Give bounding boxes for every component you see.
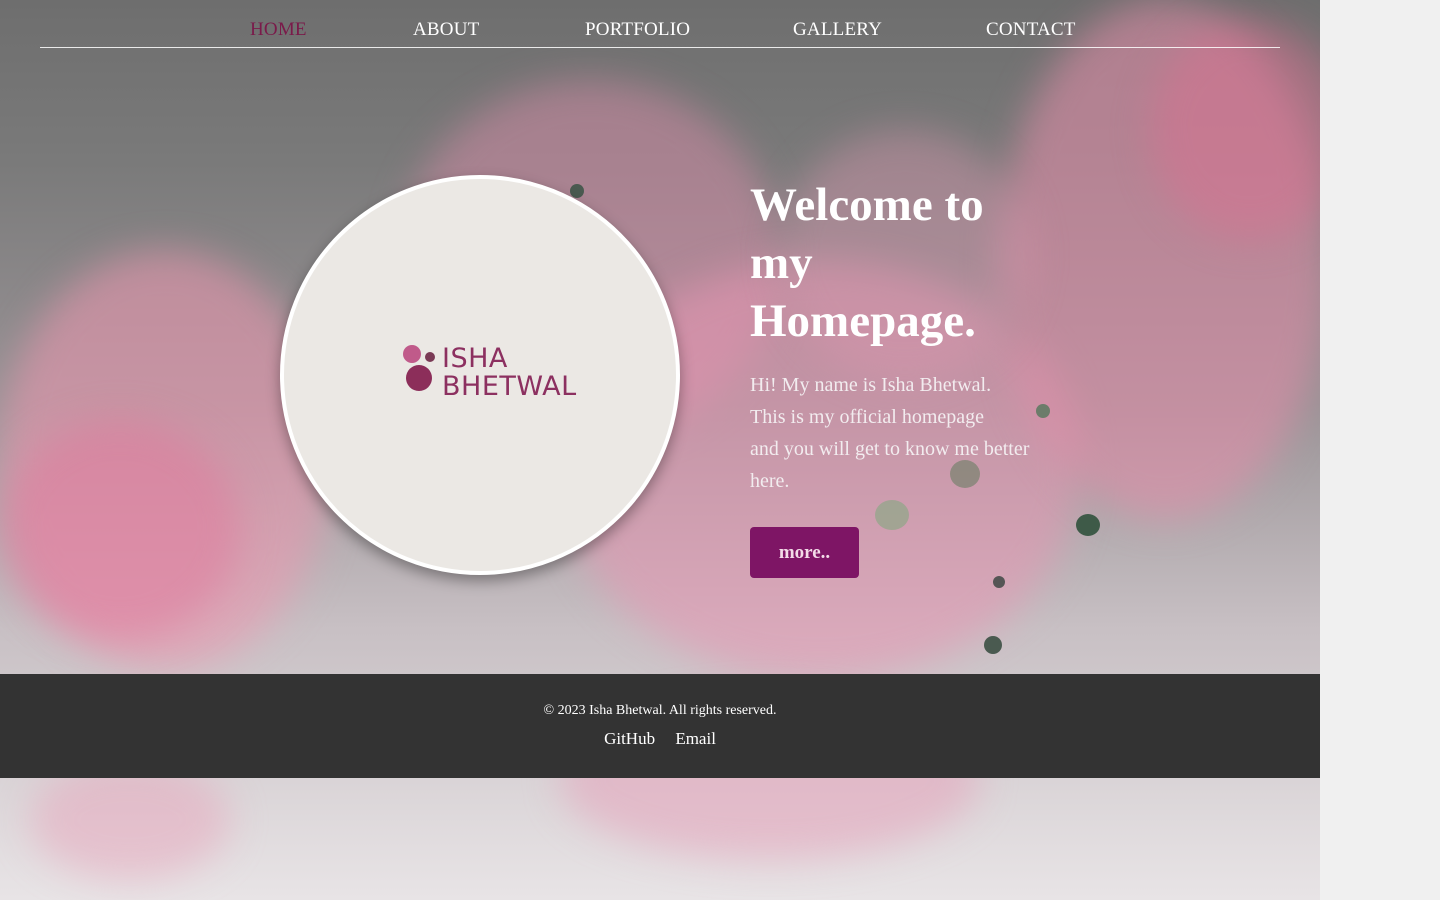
watercolor-blob <box>0 420 240 640</box>
footer-links: GitHub Email <box>0 729 1320 749</box>
profile-logo-circle: ISHA BHETWAL <box>280 175 680 575</box>
nav-gallery[interactable]: GALLERY <box>793 19 882 41</box>
intro-line: and you will get to know me better <box>750 438 1030 460</box>
logo-line-2: BHETWAL <box>442 371 577 402</box>
logo-dots-icon <box>403 345 435 391</box>
site-footer: © 2023 Isha Bhetwal. All rights reserved… <box>0 674 1320 778</box>
page-background: HOME ABOUT PORTFOLIO GALLERY CONTACT ISH… <box>0 0 1320 900</box>
hero-title-line: Welcome to <box>750 179 984 231</box>
paint-dot <box>875 500 909 530</box>
hero-title-line: my <box>750 237 813 289</box>
copyright-text: © 2023 Isha Bhetwal. All rights reserved… <box>543 703 777 718</box>
brand-logo: ISHA BHETWAL <box>402 345 612 409</box>
main-nav: HOME ABOUT PORTFOLIO GALLERY CONTACT <box>40 0 1280 48</box>
watercolor-blob <box>30 760 230 880</box>
paint-dot <box>570 184 584 198</box>
hero-intro: Hi! My name is Isha Bhetwal. This is my … <box>750 369 1050 497</box>
nav-home[interactable]: HOME <box>250 19 307 41</box>
email-link[interactable]: Email <box>675 729 716 748</box>
intro-line: here. <box>750 470 790 492</box>
nav-about[interactable]: ABOUT <box>413 19 479 41</box>
paint-dot <box>984 636 1002 654</box>
nav-portfolio[interactable]: PORTFOLIO <box>585 19 690 41</box>
logo-wordmark: ISHA BHETWAL <box>442 345 577 401</box>
intro-line: This is my official homepage <box>750 406 985 428</box>
paint-dot <box>1076 514 1100 536</box>
nav-contact[interactable]: CONTACT <box>986 19 1076 41</box>
intro-line: Hi! My name is Isha Bhetwal. <box>750 374 992 396</box>
hero-title-line: Homepage. <box>750 295 976 347</box>
more-button[interactable]: more.. <box>750 527 859 578</box>
hero-title: Welcome to my Homepage. <box>750 176 1050 350</box>
github-link[interactable]: GitHub <box>604 729 655 748</box>
logo-line-1: ISHA <box>442 343 508 374</box>
paint-dot <box>993 576 1005 588</box>
